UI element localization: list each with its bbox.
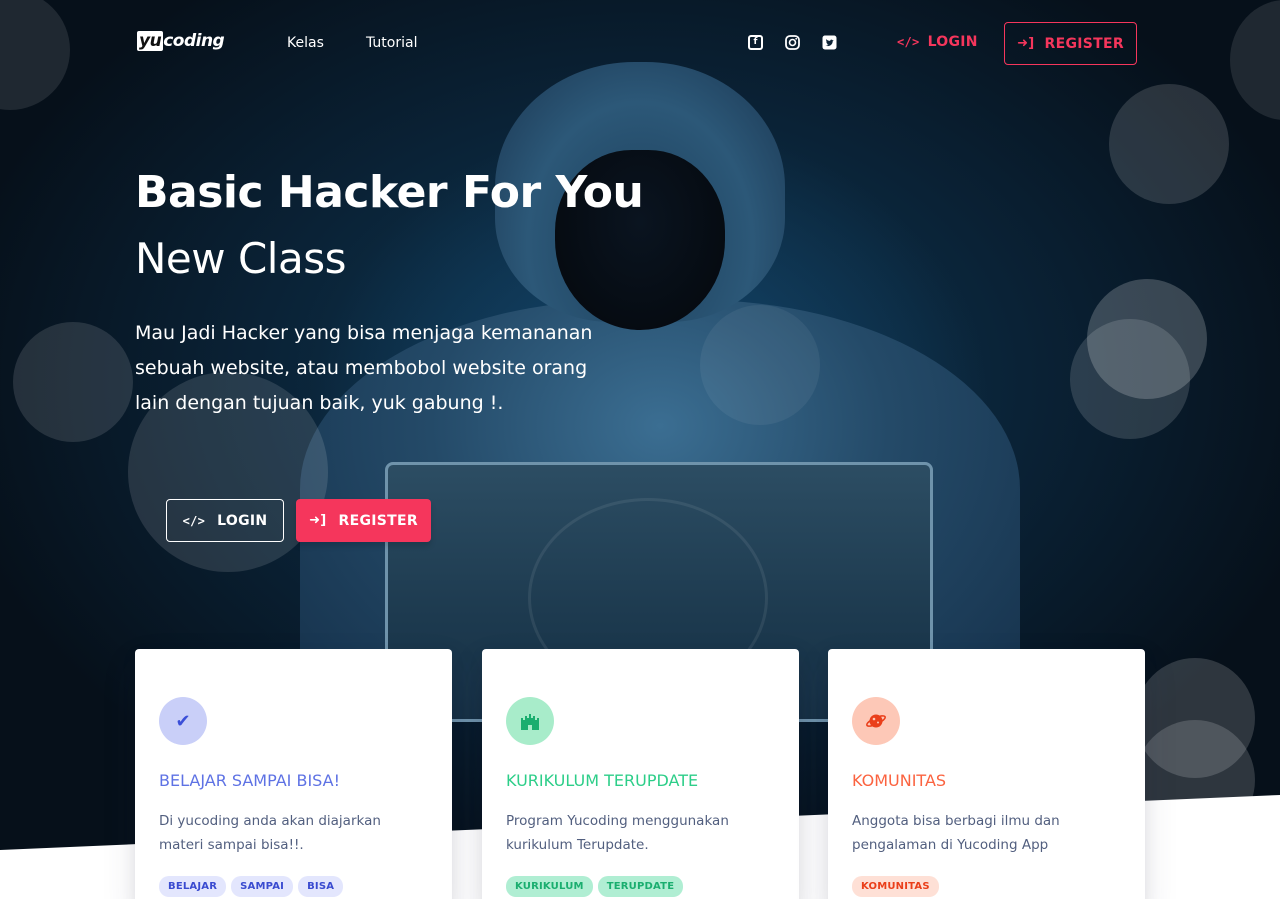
badge: BELAJAR	[159, 876, 227, 897]
hero-register-button[interactable]: ➜] REGISTER	[296, 499, 431, 542]
navbar: yu coding Kelas Tutorial f </> LOGIN ➜] R…	[0, 0, 1280, 88]
bokeh-circle	[1070, 319, 1190, 439]
hero-subtitle: New Class	[135, 234, 346, 283]
castle-icon	[506, 697, 554, 745]
nav-link-tutorial[interactable]: Tutorial	[366, 35, 417, 51]
check-icon: ✔	[159, 697, 207, 745]
card-title: KOMUNITAS	[852, 771, 947, 790]
hero-login-button[interactable]: </> LOGIN	[166, 499, 284, 542]
sign-in-icon: ➜]	[309, 513, 327, 528]
brand-logo[interactable]: yu coding	[137, 31, 225, 51]
feature-card-komunitas: KOMUNITAS Anggota bisa berbagi ilmu dan …	[828, 649, 1145, 899]
card-badges: KOMUNITAS	[852, 876, 939, 897]
hero-register-label: REGISTER	[338, 512, 418, 529]
badge: BISA	[298, 876, 344, 897]
card-badges: KURIKULUM TERUPDATE	[506, 876, 684, 897]
twitter-icon[interactable]	[822, 35, 837, 50]
logo-suffix: coding	[163, 31, 225, 51]
hero-login-label: LOGIN	[217, 512, 268, 529]
code-icon: </>	[182, 513, 206, 528]
bokeh-circle	[700, 305, 820, 425]
nav-register-label: REGISTER	[1044, 35, 1124, 52]
badge: KOMUNITAS	[852, 876, 939, 897]
sign-in-icon: ➜]	[1017, 36, 1035, 51]
bokeh-circle	[1109, 84, 1229, 204]
badge: TERUPDATE	[597, 876, 684, 897]
badge: KURIKULUM	[506, 876, 593, 897]
feature-card-belajar: ✔ BELAJAR SAMPAI BISA! Di yucoding anda …	[135, 649, 452, 899]
facebook-icon[interactable]: f	[748, 35, 763, 50]
logo-prefix: yu	[137, 31, 164, 51]
card-title: KURIKULUM TERUPDATE	[506, 771, 699, 790]
card-title: BELAJAR SAMPAI BISA!	[159, 771, 340, 790]
nav-login-button[interactable]: </> LOGIN	[897, 34, 978, 50]
feature-card-kurikulum: KURIKULUM TERUPDATE Program Yucoding men…	[482, 649, 799, 899]
bokeh-circle	[13, 322, 133, 442]
card-text: Anggota bisa berbagi ilmu dan pengalaman…	[852, 813, 1060, 853]
nav-register-button[interactable]: ➜] REGISTER	[1004, 22, 1137, 65]
card-text: Di yucoding anda akan diajarkan materi s…	[159, 813, 381, 853]
card-badges: BELAJAR SAMPAI BISA	[159, 876, 344, 897]
hero-title: Basic Hacker For You	[135, 167, 644, 218]
card-text: Program Yucoding menggunakan kurikulum T…	[506, 813, 729, 853]
hero-description: Mau Jadi Hacker yang bisa menjaga kemana…	[135, 322, 593, 414]
nav-link-kelas[interactable]: Kelas	[287, 35, 324, 51]
instagram-icon[interactable]	[785, 35, 800, 50]
code-icon: </>	[897, 35, 920, 49]
badge: SAMPAI	[231, 876, 294, 897]
nav-login-label: LOGIN	[927, 34, 978, 50]
planet-icon	[852, 697, 900, 745]
